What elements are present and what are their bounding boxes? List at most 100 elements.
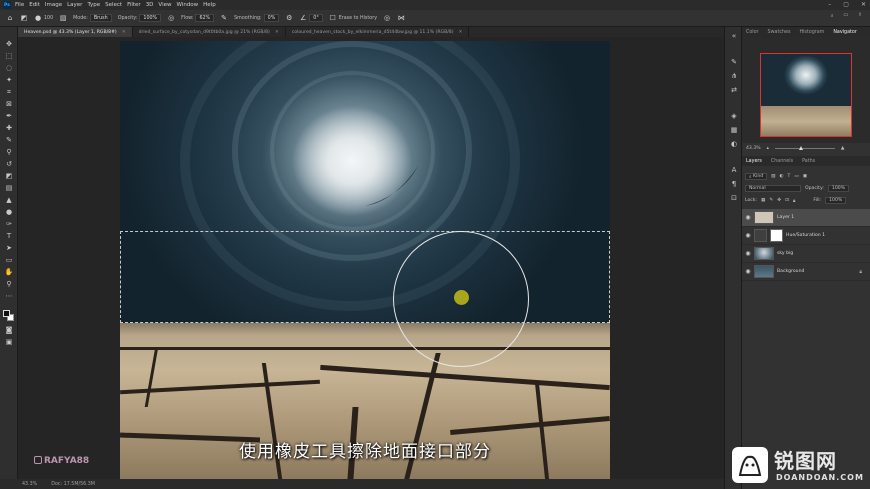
menu-window[interactable]: Window <box>176 2 198 8</box>
lock-paint-icon[interactable]: ✎ <box>769 198 773 203</box>
visibility-eye-icon[interactable]: ◉ <box>742 268 754 275</box>
brush-panel-icon[interactable]: ▨ <box>59 14 67 22</box>
crop-tool-icon[interactable]: ⌗ <box>3 87 15 97</box>
menu-file[interactable]: File <box>15 2 24 8</box>
navigator-view-box[interactable] <box>760 53 852 137</box>
zoom-tool-icon[interactable]: ⚲ <box>3 279 15 289</box>
zoom-in-icon[interactable]: ▲ <box>841 146 845 151</box>
doc-tab-dried-surface[interactable]: dried_surface_by_cotysdan_d9t0tb0a.jpg @… <box>133 27 286 37</box>
lock-all-icon[interactable]: 🔒︎ <box>793 198 795 204</box>
clone-source-icon[interactable]: ⇄ <box>729 85 739 95</box>
erase-history-checkbox[interactable]: ☐ <box>329 14 337 22</box>
tab-swatches[interactable]: Swatches <box>768 30 791 35</box>
home-icon[interactable]: ⌂ <box>6 14 14 22</box>
doc-tab-heaven[interactable]: Heaven.psd @ 43.3% (Layer 1, RGB/8#) ✕ <box>18 27 133 37</box>
lock-artboard-icon[interactable]: ⊡ <box>785 198 789 203</box>
hand-tool-icon[interactable]: ✋ <box>3 267 15 277</box>
filter-type-icon[interactable]: T <box>788 174 791 179</box>
tab-layers[interactable]: Layers <box>746 159 762 164</box>
opacity-field[interactable]: 100% <box>139 14 162 22</box>
properties-icon[interactable]: ▦ <box>729 125 739 135</box>
doc-tab-heaven-stock[interactable]: coloured_heaven_stock_by_elkimmeria_d5t4… <box>286 27 470 37</box>
lock-position-icon[interactable]: ✥ <box>777 198 781 203</box>
pressure-opacity-icon[interactable]: ◎ <box>167 14 175 22</box>
document-canvas[interactable]: 使用橡皮工具擦除地面接口部分 <box>120 41 610 479</box>
foreground-color-swatch[interactable] <box>3 310 10 317</box>
navigator-zoom-value[interactable]: 43.3% <box>746 146 761 151</box>
screen-mode-icon[interactable]: ▣ <box>3 337 15 347</box>
airbrush-icon[interactable]: ✎ <box>220 14 228 22</box>
more-tools-icon[interactable]: ⋯ <box>3 291 15 301</box>
filter-smart-icon[interactable]: ▣ <box>803 174 807 179</box>
3d-icon[interactable]: ◈ <box>729 111 739 121</box>
symmetry-icon[interactable]: ⋈ <box>397 14 405 22</box>
pen-tool-icon[interactable]: ✑ <box>3 219 15 229</box>
paragraph-icon[interactable]: ¶ <box>729 179 739 189</box>
layer-row-layer-1[interactable]: ◉ Layer 1 <box>742 209 870 227</box>
visibility-eye-icon[interactable]: ◉ <box>742 214 754 221</box>
lasso-tool-icon[interactable]: ◌ <box>3 63 15 73</box>
close-icon[interactable]: ✕ <box>459 30 463 35</box>
eraser-tool-icon-active[interactable]: ◩ <box>3 171 15 181</box>
filter-pixel-icon[interactable]: ▨ <box>771 174 775 179</box>
layer-row-hue-saturation[interactable]: ◉ Hue/Saturation 1 <box>742 227 870 245</box>
brush-preset-icon[interactable]: ● <box>34 14 42 22</box>
type-tool-icon[interactable]: T <box>3 231 15 241</box>
maximize-icon[interactable]: ▢ <box>843 1 849 8</box>
menu-view[interactable]: View <box>158 2 171 8</box>
visibility-eye-icon[interactable]: ◉ <box>742 250 754 257</box>
shape-tool-icon[interactable]: ▭ <box>3 255 15 265</box>
menu-select[interactable]: Select <box>105 2 122 8</box>
lock-pixels-icon[interactable]: ▦ <box>761 198 765 203</box>
layer-row-sky-big[interactable]: ◉ sky big <box>742 245 870 263</box>
collapse-arrows-icon[interactable]: « <box>729 31 739 41</box>
glyphs-icon[interactable]: ⊡ <box>729 193 739 203</box>
marquee-selection[interactable] <box>120 231 610 323</box>
filter-shape-icon[interactable]: ▭ <box>794 174 798 179</box>
flow-field[interactable]: 62% <box>195 14 215 22</box>
quick-select-tool-icon[interactable]: ✦ <box>3 75 15 85</box>
blend-mode-select[interactable]: Normal <box>745 185 801 192</box>
dodge-tool-icon[interactable]: ● <box>3 207 15 217</box>
fill-field[interactable]: 100% <box>825 197 847 204</box>
layer-row-background[interactable]: ◉ Background 🔒︎ <box>742 263 870 281</box>
marquee-tool-icon[interactable]: ⬚ <box>3 51 15 61</box>
menu-layer[interactable]: Layer <box>67 2 82 8</box>
search-icon[interactable]: ⌕ <box>831 13 834 19</box>
character-icon[interactable]: A <box>729 165 739 175</box>
close-icon[interactable]: ✕ <box>275 30 279 35</box>
status-zoom[interactable]: 43.3% <box>22 482 37 487</box>
clone-stamp-tool-icon[interactable]: ⚲ <box>3 147 15 157</box>
frame-tool-icon[interactable]: ⊠ <box>3 99 15 109</box>
close-icon[interactable]: ✕ <box>861 1 866 8</box>
share-icon[interactable]: ⇪ <box>858 13 862 19</box>
menu-filter[interactable]: Filter <box>127 2 141 8</box>
blur-tool-icon[interactable]: ▲ <box>3 195 15 205</box>
menu-image[interactable]: Image <box>45 2 62 8</box>
menu-type[interactable]: Type <box>87 2 100 8</box>
tab-navigator[interactable]: Navigator <box>833 30 856 35</box>
workspace-icon[interactable]: ▭ <box>843 13 848 19</box>
tab-histogram[interactable]: Histogram <box>799 30 824 35</box>
mode-select[interactable]: Brush <box>89 14 112 22</box>
canvas-workspace[interactable]: 使用橡皮工具擦除地面接口部分 RAFYA88 <box>18 37 724 479</box>
status-doc-size[interactable]: Doc: 17.5M/56.3M <box>51 482 95 487</box>
minimize-icon[interactable]: – <box>828 1 831 8</box>
pressure-size-icon[interactable]: ◎ <box>383 14 391 22</box>
smoothing-field[interactable]: 0% <box>263 14 280 22</box>
eraser-tool-icon[interactable]: ◩ <box>20 14 28 22</box>
history-brush-tool-icon[interactable]: ↺ <box>3 159 15 169</box>
smoothing-options-icon[interactable]: ⚙ <box>285 14 293 22</box>
move-tool-icon[interactable]: ✥ <box>3 39 15 49</box>
filter-adjust-icon[interactable]: ◐ <box>780 174 784 179</box>
zoom-slider-knob[interactable] <box>798 145 803 150</box>
angle-field[interactable]: 0° <box>309 14 323 22</box>
brushes-icon[interactable]: ⋔ <box>729 71 739 81</box>
path-select-tool-icon[interactable]: ➤ <box>3 243 15 253</box>
layer-opacity-field[interactable]: 100% <box>827 185 850 192</box>
healing-tool-icon[interactable]: ✚ <box>3 123 15 133</box>
layer-filter-kind[interactable]: ⌕ Kind <box>745 173 768 180</box>
eyedropper-tool-icon[interactable]: ✒ <box>3 111 15 121</box>
brush-tool-icon[interactable]: ✎ <box>3 135 15 145</box>
tab-channels[interactable]: Channels <box>771 159 793 164</box>
